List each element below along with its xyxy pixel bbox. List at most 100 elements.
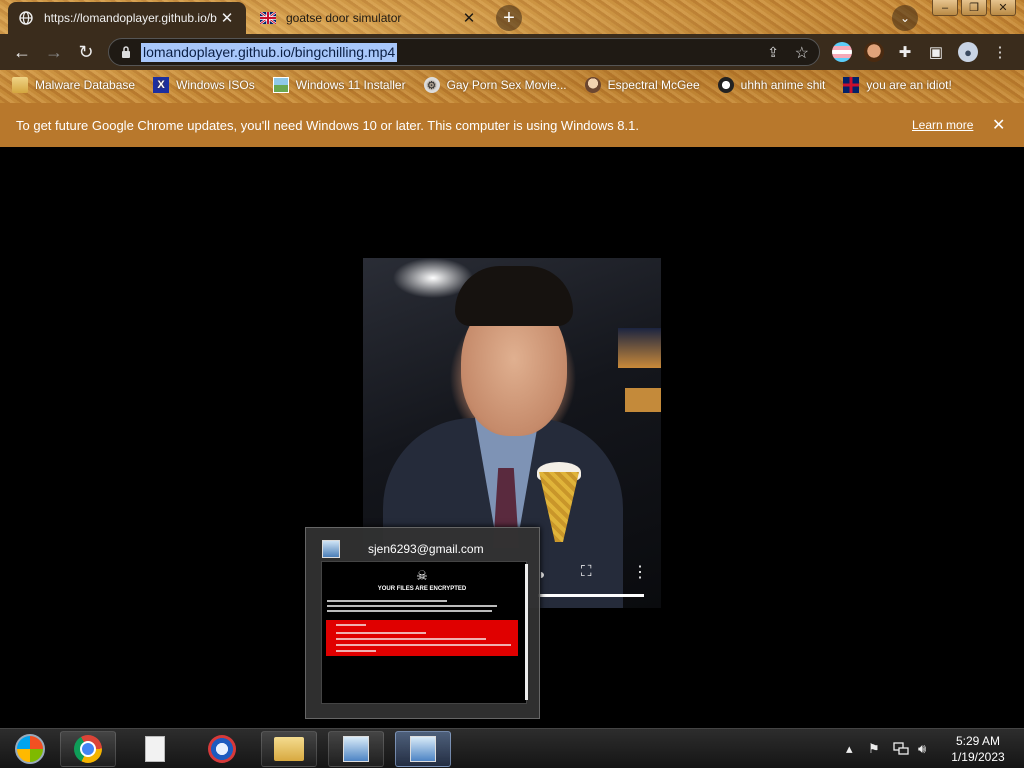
tab-active[interactable]: https://lomandoplayer.github.io/b ✕ [8,2,246,34]
bookmark-label: Windows ISOs [176,78,255,92]
fullscreen-icon[interactable]: ⛶ [581,563,592,580]
avatar-extension-icon[interactable] [864,42,884,62]
side-panel-icon[interactable]: ▣ [926,42,946,62]
warning-text-line [336,624,366,626]
learn-more-link[interactable]: Learn more [912,118,973,132]
taskbar-app[interactable] [328,731,384,767]
back-arrow-icon[interactable]: ← [10,40,34,64]
bookmark-label: you are an idiot! [866,78,952,92]
bookmark-windows-isos[interactable]: X Windows ISOs [153,77,255,93]
face-icon [584,77,601,93]
folder-icon [12,77,28,93]
clock-time: 5:29 AM [955,734,1001,748]
image-icon [272,77,289,93]
warning-text-line [336,650,376,652]
anime-icon [717,77,734,93]
taskbar-chrome[interactable] [60,731,116,767]
x-logo-icon: X [153,77,170,93]
trans-flag-extension-icon[interactable] [832,42,852,62]
ransom-note-preview: ☠ YOUR FILES ARE ENCRYPTED [321,561,528,704]
ransom-warning-box [326,620,518,656]
network-app-icon [410,736,436,762]
update-infobar: To get future Google Chrome updates, you… [0,103,1024,147]
bookmark-label: uhhh anime shit [740,78,826,92]
windows-taskbar: ▴ ⚑ 🔊︎ 5:29 AM 1/19/2023 [0,728,1024,768]
close-window-button[interactable]: ✕ [990,0,1016,16]
network-icon[interactable] [893,729,909,768]
forward-arrow-icon[interactable]: → [42,40,66,64]
taskbar-app-active[interactable] [395,731,451,767]
url-text[interactable]: lomandoplayer.github.io/bingchilling.mp4 [141,43,398,62]
bookmark-label: Espectral McGee [607,78,700,92]
minimize-button[interactable]: – [932,0,958,16]
new-tab-button[interactable]: + [496,5,522,31]
bookmark-label: Gay Porn Sex Movie... [446,78,567,92]
tab-close-icon[interactable]: ✕ [460,9,478,27]
folder-icon [274,737,304,761]
browser-toolbar: ← → ↻ lomandoplayer.github.io/bingchilli… [0,34,1024,70]
extensions-puzzle-icon[interactable]: ✚ [895,42,915,62]
bookmark-label: Windows 11 Installer [295,78,406,92]
video-background-light [625,388,661,412]
browser-frame: https://lomandoplayer.github.io/b ✕ goat… [0,0,1024,103]
taskbar-document[interactable] [127,731,183,767]
ransom-text-line [327,605,497,607]
ransom-text-line [327,610,492,612]
warning-text-line [336,638,486,640]
bookmark-malware-database[interactable]: Malware Database [12,77,135,93]
video-figure-hair [455,266,573,326]
start-button[interactable] [2,731,58,767]
lock-icon[interactable] [119,45,133,59]
video-more-icon[interactable]: ⋮ [632,562,648,582]
taskbar-file-explorer[interactable] [261,731,317,767]
bookmark-you-are-an-idiot[interactable]: you are an idiot! [843,77,952,93]
skull-crossbones-icon: ☠ [416,568,428,583]
uk-flag-icon [260,10,276,26]
clock-date: 1/19/2023 [951,750,1005,764]
windows-logo-icon [15,734,45,764]
outlook-icon [208,735,236,763]
warning-text-line [336,632,426,634]
restore-button[interactable]: ❐ [961,0,987,16]
tray-overflow-icon[interactable]: ▴ [846,729,853,768]
menu-kebab-icon[interactable]: ⋮ [990,42,1010,62]
uk-flag-icon [843,77,860,93]
tool-icon: ⚙ [423,77,440,93]
tab-title: https://lomandoplayer.github.io/b [44,11,217,25]
taskbar-outlook[interactable] [194,731,250,767]
infobar-message: To get future Google Chrome updates, you… [16,117,639,133]
action-center-flag-icon[interactable]: ⚑ [868,729,880,768]
app-window-icon [322,540,340,558]
globe-icon [18,10,34,26]
system-clock[interactable]: 5:29 AM 1/19/2023 [940,733,1016,765]
ransom-heading: YOUR FILES ARE ENCRYPTED [377,586,467,592]
address-bar[interactable]: lomandoplayer.github.io/bingchilling.mp4… [108,38,820,66]
video-controls: ◗ ⛶ ⋮ [538,561,648,591]
video-progress-bar[interactable] [538,594,644,597]
tab-inactive[interactable]: goatse door simulator ✕ [250,2,488,34]
bookmark-windows-11-installer[interactable]: Windows 11 Installer [272,77,406,93]
tab-title: goatse door simulator [286,11,402,25]
profile-avatar-icon[interactable]: ● [958,42,978,62]
bookmarks-bar: Malware Database X Windows ISOs Windows 1… [0,70,1024,100]
tab-search-chevron-icon[interactable]: ⌄ [892,5,918,31]
preview-scrollbar [525,564,528,700]
bookmark-espectral-mcgee[interactable]: Espectral McGee [584,77,700,93]
taskbar-thumbnail-preview[interactable]: sjen6293@gmail.com ☠ YOUR FILES ARE ENCR… [305,527,540,719]
share-icon[interactable]: ⇪ [767,44,779,61]
bookmark-anime[interactable]: uhhh anime shit [717,77,826,93]
tab-close-icon[interactable]: ✕ [218,9,236,27]
infobar-close-icon[interactable]: ✕ [992,115,1005,135]
window-controls: – ❐ ✕ [932,0,1016,16]
bookmark-movie[interactable]: ⚙ Gay Porn Sex Movie... [423,77,567,93]
ransom-text-line [327,600,447,602]
reload-icon[interactable]: ↻ [74,40,98,64]
thumbnail-title: sjen6293@gmail.com [368,542,484,556]
volume-icon[interactable]: 🔊︎ [918,729,926,768]
document-icon [145,736,165,762]
network-app-icon [343,736,369,762]
bookmark-label: Malware Database [35,78,136,92]
bookmark-star-icon[interactable]: ☆ [795,43,809,63]
video-background-window [618,328,661,368]
chrome-icon [74,735,102,763]
